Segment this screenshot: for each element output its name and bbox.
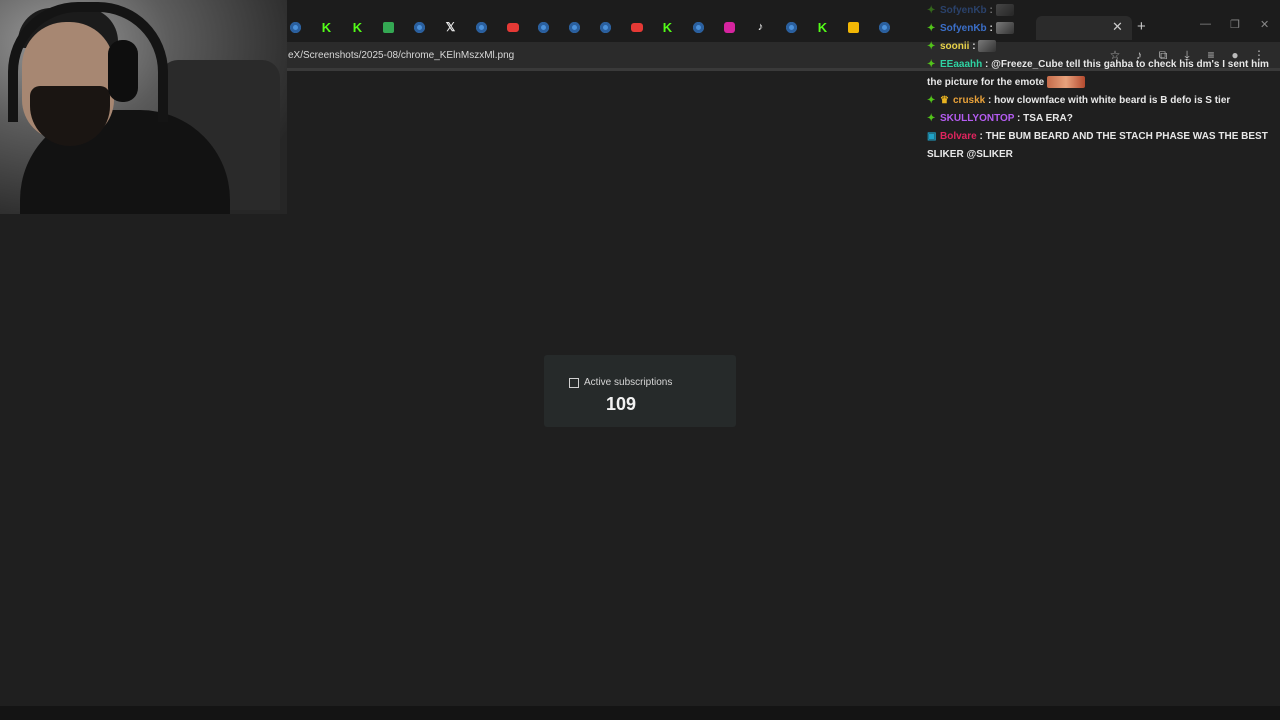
chat-text: : bbox=[986, 5, 996, 16]
chat-username[interactable]: SofyenKb bbox=[940, 23, 987, 34]
chat-username[interactable]: Bolvare bbox=[940, 131, 977, 142]
chrome-icon[interactable] bbox=[683, 18, 714, 36]
diamond-badge-icon: ✦ bbox=[927, 59, 936, 70]
chat-message: ✦ EEaaahh : @Freeze_Cube tell this gahba … bbox=[927, 56, 1280, 92]
chrome-icon[interactable] bbox=[528, 18, 559, 36]
card-value: 109 bbox=[606, 394, 637, 414]
chrome-icon[interactable] bbox=[869, 18, 900, 36]
chrome-icon[interactable] bbox=[559, 18, 590, 36]
emote-icon bbox=[1047, 76, 1086, 89]
chrome-icon[interactable] bbox=[590, 18, 621, 36]
chat-username[interactable]: cruskk bbox=[953, 95, 985, 106]
card-label: Active subscriptions bbox=[584, 377, 673, 388]
tab-strip: K K 𝕏 K ♪ K bbox=[280, 18, 900, 36]
diamond-badge-icon: ✦ bbox=[927, 95, 936, 106]
emote-icon bbox=[978, 40, 997, 53]
chat-username[interactable]: SKULLYONTOP bbox=[940, 113, 1014, 124]
headset-earcup bbox=[108, 40, 138, 102]
k-icon[interactable]: K bbox=[652, 18, 683, 36]
url-text[interactable]: eX/Screenshots/2025-08/chrome_KElnMszxMl… bbox=[288, 50, 514, 61]
chrome-icon[interactable] bbox=[404, 18, 435, 36]
chat-username[interactable]: soonii bbox=[940, 41, 969, 52]
webcam-overlay bbox=[0, 0, 287, 214]
chat-text: : THE BUM BEARD AND THE STACH PHASE WAS … bbox=[927, 131, 1268, 160]
instagram-icon[interactable] bbox=[714, 18, 745, 36]
chat-text: : bbox=[986, 23, 996, 34]
k-icon[interactable]: K bbox=[342, 18, 373, 36]
tiktok-icon[interactable]: ♪ bbox=[745, 18, 776, 36]
yellow-icon[interactable] bbox=[838, 18, 869, 36]
k-icon[interactable]: K bbox=[311, 18, 342, 36]
crown-badge-icon: ♛ bbox=[940, 95, 949, 106]
emote-icon bbox=[995, 22, 1014, 35]
youtube-icon[interactable] bbox=[497, 18, 528, 36]
x-icon[interactable]: 𝕏 bbox=[435, 18, 466, 36]
chat-overlay: ✦ SofyenKb : ✦ SofyenKb : ✦ soonii : ✦ EEaaa… bbox=[927, 2, 1280, 162]
chrome-icon[interactable] bbox=[466, 18, 497, 36]
chat-username[interactable]: EEaaahh bbox=[940, 59, 982, 70]
chat-username[interactable]: SofyenKb bbox=[940, 5, 987, 16]
diamond-badge-icon: ✦ bbox=[927, 23, 936, 34]
k-icon[interactable]: K bbox=[807, 18, 838, 36]
chart-icon bbox=[569, 378, 579, 388]
youtube-icon[interactable] bbox=[621, 18, 652, 36]
green-icon[interactable] bbox=[373, 18, 404, 36]
chat-message: ✦ soonii : bbox=[927, 38, 1280, 56]
diamond-badge-icon: ✦ bbox=[927, 113, 936, 124]
subscriptions-card: Active subscriptions 109 bbox=[544, 355, 736, 427]
chat-message: ✦ SofyenKb : bbox=[927, 2, 1280, 20]
chat-message: ✦ SKULLYONTOP : TSA ERA? bbox=[927, 110, 1280, 128]
diamond-badge-icon: ✦ bbox=[927, 5, 936, 16]
emote-icon bbox=[995, 4, 1014, 17]
headset bbox=[8, 2, 168, 122]
bottom-bar bbox=[0, 706, 1280, 720]
chat-text: : bbox=[969, 41, 979, 52]
chat-message: ✦ SofyenKb : bbox=[927, 20, 1280, 38]
chat-message: ✦ ♛ cruskk : how clownface with white bear… bbox=[927, 92, 1280, 110]
chat-message: ▣ Bolvare : THE BUM BEARD AND THE STACH P… bbox=[927, 128, 1280, 164]
square-badge-icon: ▣ bbox=[927, 131, 937, 142]
chrome-icon[interactable] bbox=[776, 18, 807, 36]
diamond-badge-icon: ✦ bbox=[927, 41, 936, 52]
chat-text: : TSA ERA? bbox=[1014, 113, 1073, 124]
chat-text: : how clownface with white beard is B de… bbox=[985, 95, 1231, 106]
